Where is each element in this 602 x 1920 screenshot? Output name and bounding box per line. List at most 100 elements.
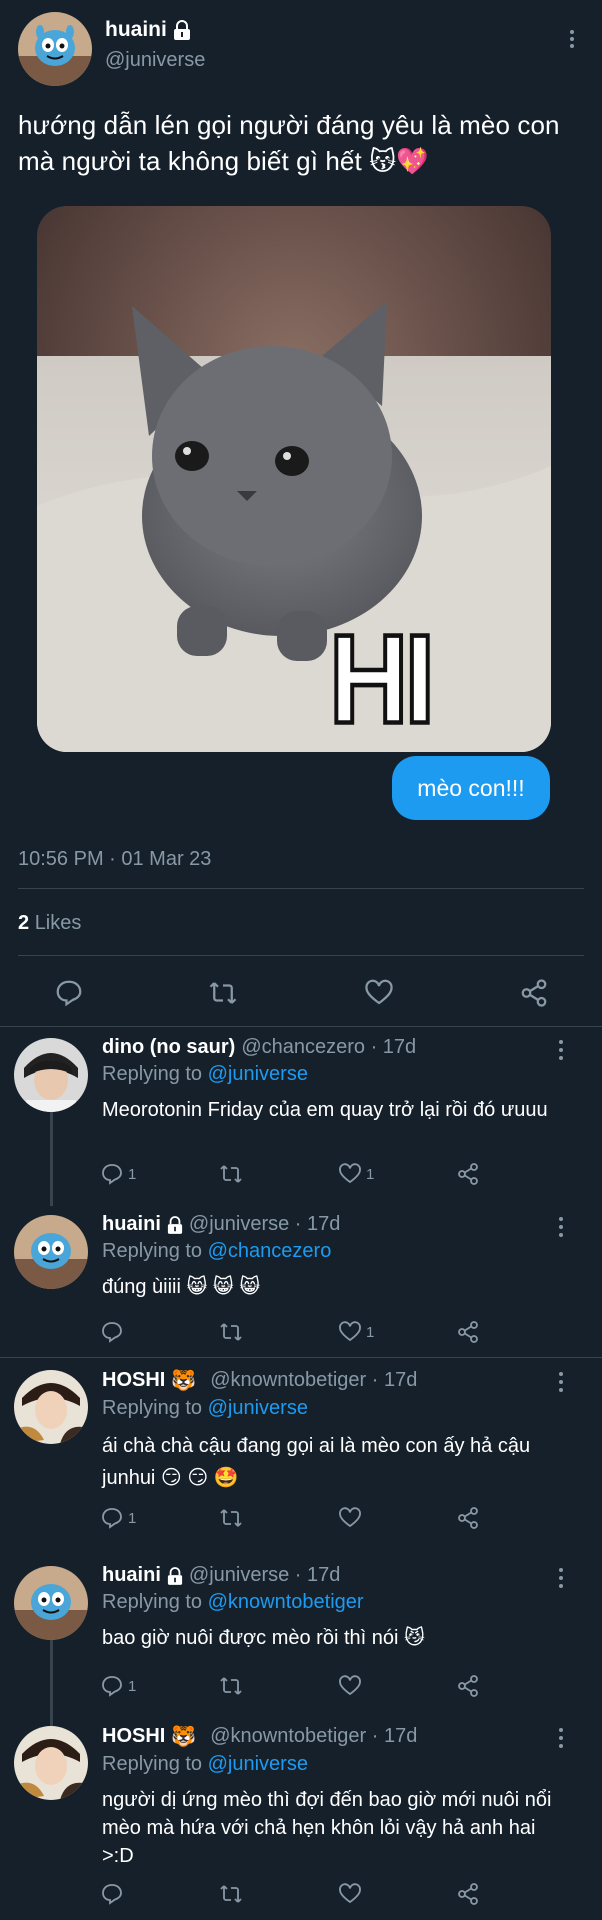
lock-icon [167,1215,183,1234]
reply-author-name[interactable]: huaini [102,1564,161,1587]
share-icon[interactable] [456,1882,480,1906]
share-icon[interactable] [519,978,549,1008]
more-icon[interactable] [558,1568,564,1588]
replying-to-line: Replying to @chancezero [102,1240,572,1263]
heart-icon[interactable]: 1 [338,1162,374,1186]
replying-to-link[interactable]: @juniverse [208,1063,308,1085]
reply-icon[interactable] [100,1320,128,1344]
likes-label: Likes [34,912,82,934]
reply-author-name[interactable]: huaini [102,1213,161,1236]
reply-count: 1 [128,1165,137,1183]
image-overlay-text: HI [327,606,437,752]
reply-avatar[interactable] [14,1566,88,1640]
more-icon[interactable] [558,1372,564,1392]
replying-to-line: Replying to @juniverse [102,1397,572,1420]
reply-avatar[interactable] [14,1726,88,1800]
replying-prefix: Replying to [102,1240,203,1262]
heart-icon[interactable] [338,1506,366,1530]
heart-icon[interactable] [338,1674,366,1698]
reply-icon[interactable]: 1 [100,1506,136,1530]
reply-tweet[interactable]: huaini @juniverse · 17d Replying to @cha… [0,1203,602,1353]
author-handle[interactable]: @juniverse [105,49,205,72]
chat-bubble: mèo con!!! [392,756,550,820]
more-icon[interactable] [558,1728,564,1748]
reply-text: người dị ứng mèo thì đợi đến bao giờ mới… [102,1789,552,1867]
retweet-icon[interactable] [218,1162,244,1186]
like-count: 1 [366,1323,375,1341]
author-name-text: huaini [105,18,167,41]
replying-to-link[interactable]: @juniverse [208,1753,308,1775]
tweet-text: hướng dẫn lén gọi người đáng yêu là mèo … [18,110,560,176]
reply-action-bar: 1 1 [100,1162,500,1192]
heart-icon[interactable] [338,1882,366,1906]
more-icon[interactable] [558,1217,564,1237]
reply-action-bar: 1 [100,1320,500,1350]
tiger-badge-icon: 🐯 [171,1370,197,1392]
reply-tweet[interactable]: dino (no saur) @chancezero · 17d Replyin… [0,1026,602,1191]
share-icon[interactable] [456,1674,480,1698]
tweet-timestamp[interactable]: 10:56 PM · 01 Mar 23 [18,848,211,871]
reply-avatar[interactable] [14,1038,88,1112]
reply-icon[interactable] [54,978,84,1008]
reply-action-bar: 1 [100,1674,500,1704]
reply-icon[interactable] [100,1882,128,1906]
replying-to-line: Replying to @juniverse [102,1063,572,1086]
reply-text: ái chà chà cậu đang gọi ai là mèo con ấy… [102,1435,531,1489]
retweet-icon[interactable] [218,1674,244,1698]
retweet-icon[interactable] [218,1320,244,1344]
reply-author-handle[interactable]: @knowntobetiger · 17d [210,1725,417,1748]
replying-prefix: Replying to [102,1591,203,1613]
reply-text: đúng ùiiii 😸 😸 😸 [102,1276,261,1298]
replying-to-link[interactable]: @chancezero [208,1240,332,1262]
retweet-icon[interactable] [218,1506,244,1530]
tweet-header: huaini @juniverse [18,12,584,92]
replying-prefix: Replying to [102,1753,203,1775]
divider [18,888,584,889]
reply-icon[interactable]: 1 [100,1162,136,1186]
reply-text: Meorotonin Friday của em quay trở lại rồ… [102,1099,548,1121]
reply-author-name[interactable]: HOSHI [102,1369,165,1392]
reply-count: 1 [128,1509,137,1527]
retweet-icon[interactable] [208,978,238,1008]
reply-author-name[interactable]: dino (no saur) [102,1036,235,1059]
reply-text: bao giờ nuôi được mèo rồi thì nói 😼 [102,1627,425,1649]
reply-count: 1 [128,1677,137,1695]
reply-tweet[interactable]: huaini @juniverse · 17d Replying to @kno… [0,1554,602,1714]
likes-count: 2 [18,912,30,934]
reply-author-handle[interactable]: @juniverse · 17d [189,1213,340,1236]
reply-author-name[interactable]: HOSHI [102,1725,165,1748]
reply-avatar[interactable] [14,1370,88,1444]
replying-to-link[interactable]: @juniverse [208,1397,308,1419]
tiger-badge-icon: 🐯 [171,1726,197,1748]
more-icon[interactable] [560,24,584,54]
like-count: 1 [366,1165,375,1183]
heart-icon[interactable]: 1 [338,1320,374,1344]
share-icon[interactable] [456,1162,480,1186]
main-tweet: huaini @juniverse hướng dẫn lén gọi ngườ… [0,0,602,752]
reply-avatar[interactable] [14,1215,88,1289]
replying-to-link[interactable]: @knowntobetiger [208,1591,364,1613]
tweet-image[interactable]: HI [37,206,551,752]
author-name[interactable]: huaini [105,18,205,42]
reply-author-handle[interactable]: @chancezero · 17d [241,1036,416,1059]
replying-to-line: Replying to @juniverse [102,1753,572,1776]
reply-tweet[interactable]: HOSHI 🐯 @knowntobetiger · 17d Replying t… [0,1358,602,1538]
reply-action-bar: 1 [100,1506,500,1536]
lock-icon [167,1566,183,1585]
heart-icon[interactable] [364,978,394,1008]
divider [18,955,584,956]
reply-icon[interactable]: 1 [100,1674,136,1698]
likes-summary[interactable]: 2 Likes [18,912,81,935]
share-icon[interactable] [456,1320,480,1344]
share-icon[interactable] [456,1506,480,1530]
reply-author-handle[interactable]: @juniverse · 17d [189,1564,340,1587]
reply-tweet[interactable]: HOSHI 🐯 @knowntobetiger · 17d Replying t… [0,1714,602,1920]
retweet-icon[interactable] [218,1882,244,1906]
more-icon[interactable] [558,1040,564,1060]
reply-author-handle[interactable]: @knowntobetiger · 17d [210,1369,417,1392]
replying-prefix: Replying to [102,1397,203,1419]
lock-icon [173,20,191,40]
replying-prefix: Replying to [102,1063,203,1085]
tweet-action-bar [0,958,602,1028]
author-avatar[interactable] [18,12,92,86]
